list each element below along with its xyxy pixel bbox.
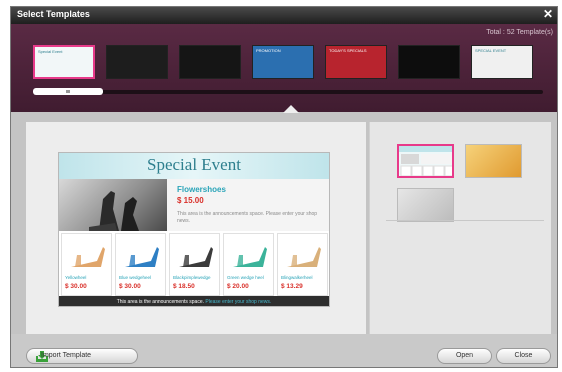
shoe-image [71, 247, 105, 267]
template-strip: Total : 52 Template(s) Special Event PROM… [11, 24, 557, 112]
preview-hero-image [59, 179, 167, 231]
shoe-image [179, 247, 213, 267]
preview-footer: This area is the announcements space. Pl… [59, 296, 329, 306]
preview-banner: Special Event [59, 153, 329, 179]
product-price: $ 30.00 [65, 283, 87, 290]
strip-scrollbar-thumb[interactable] [33, 88, 103, 95]
featured-product-price: $ 15.00 [177, 196, 204, 205]
thumbnail-title: TODAY'S SPECIALS [329, 48, 367, 53]
thumbnail-title: Special Event [38, 49, 63, 54]
product-name: Blackpimplewedge [173, 275, 211, 280]
preview-panel: Special Event Flowershoes $ 15.00 This a… [26, 122, 366, 336]
template-thumbnail-green-black[interactable] [398, 45, 460, 79]
product-name: Green wedge heel [227, 275, 264, 280]
product-card: Blingwalkerheel $ 13.29 [277, 233, 328, 296]
announcement-text: This area is the announcements space. Pl… [177, 211, 318, 224]
shoe-image [125, 247, 159, 267]
layout-thumbnail-image [399, 146, 452, 176]
template-thumbnail-dark-people[interactable] [106, 45, 168, 79]
product-card: Blackpimplewedge $ 18.50 [169, 233, 220, 296]
footer-link: Please enter your shop news. [205, 299, 272, 305]
featured-product-name: Flowershoes [177, 185, 226, 194]
strip-scrollbar-track[interactable] [33, 90, 543, 94]
close-label: Close [514, 352, 533, 359]
shoe-image [233, 247, 267, 267]
thumbnail-title: PROMOTION [256, 48, 281, 53]
import-template-label: Import Template [41, 352, 92, 359]
template-thumbnail-special-event-gray[interactable]: SPECIAL EVENT [471, 45, 533, 79]
divider [386, 220, 544, 221]
template-preview: Special Event Flowershoes $ 15.00 This a… [58, 152, 330, 307]
shoe-image [287, 247, 321, 267]
product-card: Green wedge heel $ 20.00 [223, 233, 274, 296]
template-option-layout[interactable] [397, 144, 454, 178]
product-price: $ 18.50 [173, 283, 195, 290]
title-bar: Select Templates ✕ [11, 7, 557, 24]
thumbnail-title: SPECIAL EVENT [475, 48, 507, 53]
close-button[interactable]: Close [496, 348, 551, 364]
window-title: Select Templates [17, 9, 90, 19]
product-name: Blue wedgeheel [119, 275, 152, 280]
product-card: Blue wedgeheel $ 30.00 [115, 233, 166, 296]
template-count: Total : 52 Template(s) [486, 29, 553, 36]
main-area: Special Event Flowershoes $ 15.00 This a… [11, 105, 557, 336]
open-button[interactable]: Open [437, 348, 492, 364]
open-label: Open [455, 352, 474, 359]
preview-title: Special Event [147, 155, 241, 174]
bottom-bar: Import Template Open Close [11, 334, 557, 367]
product-price: $ 13.29 [281, 283, 303, 290]
template-thumbnail-red-specials[interactable]: TODAY'S SPECIALS [325, 45, 387, 79]
footer-text: This area is the announcements space. [116, 299, 204, 305]
import-template-button[interactable]: Import Template [26, 348, 138, 364]
preview-info: Flowershoes $ 15.00 This area is the ann… [167, 179, 329, 231]
product-name: Yellowheel [65, 275, 87, 280]
product-price: $ 30.00 [119, 283, 141, 290]
template-thumbnail-blue-promotion[interactable]: PROMOTION [252, 45, 314, 79]
hero-shoes-image [89, 191, 139, 231]
product-card: Yellowheel $ 30.00 [61, 233, 112, 296]
select-templates-window: Select Templates ✕ Total : 52 Template(s… [10, 6, 558, 368]
close-icon[interactable]: ✕ [543, 7, 553, 21]
template-option-orange[interactable] [465, 144, 522, 178]
template-thumbnail-special-event-shoes[interactable]: Special Event [33, 45, 95, 79]
product-price: $ 20.00 [227, 283, 249, 290]
template-thumbnail-black-plain[interactable] [179, 45, 241, 79]
selection-pointer [283, 105, 299, 113]
template-option-gray[interactable] [397, 188, 454, 222]
product-grid: Yellowheel $ 30.00 Blue wedgeheel $ 30.00 Bl… [59, 233, 329, 296]
product-name: Blingwalkerheel [281, 275, 313, 280]
